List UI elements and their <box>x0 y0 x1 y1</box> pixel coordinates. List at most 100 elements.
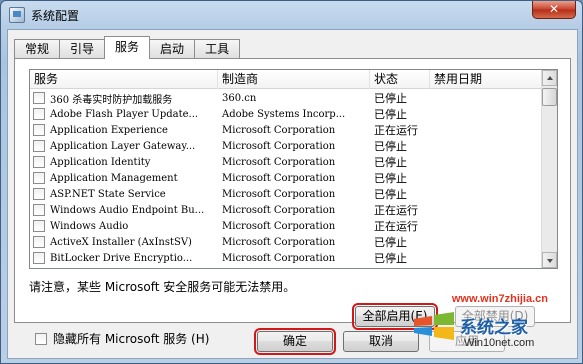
service-checkbox[interactable] <box>33 156 45 168</box>
window-app-icon <box>9 7 25 23</box>
service-checkbox[interactable] <box>33 92 45 104</box>
manufacturer-cell: Microsoft Corporation <box>222 220 336 232</box>
table-row[interactable]: Application Layer Gateway... Microsoft Co… <box>30 138 543 154</box>
status-cell: 已停止 <box>374 236 407 249</box>
table-row[interactable]: Application Management Microsoft Corporat… <box>30 170 543 186</box>
service-name: Windows Audio <box>50 220 129 232</box>
column-header-status[interactable]: 状态 <box>370 70 430 89</box>
table-row[interactable]: Application Experience Microsoft Corporat… <box>30 122 543 138</box>
manufacturer-cell: Microsoft Corporation <box>222 252 336 264</box>
service-cell: Application Identity <box>30 156 218 168</box>
service-checkbox[interactable] <box>33 188 45 200</box>
tab-strip: 常规 引导 服务 启动 工具 <box>14 36 241 59</box>
scroll-down-icon[interactable] <box>542 252 557 268</box>
list-header: 服务 制造商 状态 禁用日期 <box>30 70 543 89</box>
title-bar[interactable]: 系统配置 ✕ <box>1 1 582 29</box>
manufacturer-cell: Adobe Systems Incorp... <box>222 108 346 120</box>
tab-startup[interactable]: 启动 <box>149 39 196 59</box>
status-cell: 已停止 <box>374 92 407 105</box>
service-checkbox[interactable] <box>33 140 45 152</box>
services-panel: 服务 制造商 状态 禁用日期 360 杀毒实时防护加载服务 360.cn 已停止 Ad… <box>14 58 571 346</box>
manufacturer-cell: Microsoft Corporation <box>222 156 336 168</box>
service-cell: BitLocker Drive Encryptio... <box>30 252 218 264</box>
vertical-scrollbar[interactable] <box>541 70 557 268</box>
service-cell: 360 杀毒实时防护加载服务 <box>30 91 218 106</box>
enable-all-button[interactable]: 全部启用(E) <box>352 303 438 330</box>
services-list[interactable]: 服务 制造商 状态 禁用日期 360 杀毒实时防护加载服务 360.cn 已停止 Ad… <box>29 69 558 269</box>
service-name: ASP.NET State Service <box>50 188 166 200</box>
status-cell: 正在运行 <box>374 204 418 217</box>
apply-button[interactable]: 应用 <box>429 331 505 352</box>
column-header-disabled-date[interactable]: 禁用日期 <box>430 70 543 89</box>
system-config-window: 系统配置 ✕ 常规 引导 服务 启动 工具 服务 制造商 状态 禁用日期 360… <box>0 0 583 364</box>
service-checkbox[interactable] <box>33 172 45 184</box>
service-checkbox[interactable] <box>33 204 45 216</box>
service-checkbox[interactable] <box>33 108 45 120</box>
service-name: Application Layer Gateway... <box>50 140 196 152</box>
service-cell: ASP.NET State Service <box>30 188 218 200</box>
tab-tools[interactable]: 工具 <box>194 39 241 59</box>
service-name: BitLocker Drive Encryptio... <box>50 252 193 264</box>
table-row[interactable]: Adobe Flash Player Update... Adobe System… <box>30 106 543 122</box>
status-cell: 正在运行 <box>374 220 418 233</box>
close-button[interactable]: ✕ <box>532 1 576 19</box>
status-cell: 已停止 <box>374 108 407 121</box>
manufacturer-cell: Microsoft Corporation <box>222 172 336 184</box>
service-name: 360 杀毒实时防护加载服务 <box>50 94 173 106</box>
table-row[interactable]: Application Identity Microsoft Corporatio… <box>30 154 543 170</box>
manufacturer-cell: Microsoft Corporation <box>222 140 336 152</box>
manufacturer-cell: Microsoft Corporation <box>222 188 336 200</box>
service-cell: Application Experience <box>30 124 218 136</box>
dialog-client: 常规 引导 服务 启动 工具 服务 制造商 状态 禁用日期 360 杀毒实时防护… <box>7 29 578 359</box>
window-title: 系统配置 <box>31 9 80 23</box>
manufacturer-cell: Microsoft Corporation <box>222 236 336 248</box>
table-row[interactable]: ActiveX Installer (AxInstSV) Microsoft Co… <box>30 234 543 250</box>
service-checkbox[interactable] <box>33 252 45 264</box>
hide-microsoft-services-label: 隐藏所有 Microsoft 服务 (H) <box>53 332 210 346</box>
service-name: Windows Audio Endpoint Bu... <box>50 204 205 216</box>
status-cell: 正在运行 <box>374 124 418 137</box>
service-name: ActiveX Installer (AxInstSV) <box>50 236 192 248</box>
service-name: Application Identity <box>50 156 151 168</box>
disable-all-button[interactable]: 全部禁用(D) <box>455 306 535 327</box>
status-cell: 已停止 <box>374 156 407 169</box>
table-row[interactable]: Windows Audio Microsoft Corporation 正在运行 <box>30 218 543 234</box>
manufacturer-cell: Microsoft Corporation <box>222 124 336 136</box>
service-cell: Application Management <box>30 172 218 184</box>
service-name: Adobe Flash Player Update... <box>50 108 199 120</box>
tab-boot[interactable]: 引导 <box>59 39 106 59</box>
manufacturer-cell: Microsoft Corporation <box>222 204 336 216</box>
list-rows: 360 杀毒实时防护加载服务 360.cn 已停止 Adobe Flash Playe… <box>30 90 543 266</box>
status-cell: 已停止 <box>374 252 407 265</box>
service-cell: Windows Audio <box>30 220 218 232</box>
column-header-manufacturer[interactable]: 制造商 <box>218 70 370 89</box>
cancel-button[interactable]: 取消 <box>343 331 419 352</box>
status-cell: 已停止 <box>374 188 407 201</box>
tab-general[interactable]: 常规 <box>14 39 61 59</box>
status-cell: 已停止 <box>374 140 407 153</box>
close-icon: ✕ <box>548 2 560 16</box>
service-cell: ActiveX Installer (AxInstSV) <box>30 236 218 248</box>
security-note: 请注意，某些 Microsoft 安全服务可能无法禁用。 <box>29 280 296 294</box>
hide-microsoft-services-checkbox[interactable] <box>35 332 47 345</box>
tab-services[interactable]: 服务 <box>104 36 151 59</box>
service-name: Application Experience <box>50 124 168 136</box>
table-row[interactable]: BitLocker Drive Encryptio... Microsoft Co… <box>30 250 543 266</box>
hide-microsoft-services[interactable]: 隐藏所有 Microsoft 服务 (H) <box>35 330 209 347</box>
table-row[interactable]: Windows Audio Endpoint Bu... Microsoft Co… <box>30 202 543 218</box>
service-cell: Application Layer Gateway... <box>30 140 218 152</box>
scroll-thumb[interactable] <box>542 88 557 106</box>
service-checkbox[interactable] <box>33 124 45 136</box>
service-name: Application Management <box>50 172 178 184</box>
status-cell: 已停止 <box>374 172 407 185</box>
scroll-up-icon[interactable] <box>542 70 557 86</box>
column-header-service[interactable]: 服务 <box>30 70 218 89</box>
service-cell: Adobe Flash Player Update... <box>30 108 218 120</box>
table-row[interactable]: 360 杀毒实时防护加载服务 360.cn 已停止 <box>30 90 543 106</box>
table-row[interactable]: ASP.NET State Service Microsoft Corporati… <box>30 186 543 202</box>
ok-button[interactable]: 确定 <box>254 328 336 355</box>
service-checkbox[interactable] <box>33 236 45 248</box>
manufacturer-cell: 360.cn <box>222 92 257 104</box>
service-cell: Windows Audio Endpoint Bu... <box>30 204 218 216</box>
service-checkbox[interactable] <box>33 220 45 232</box>
